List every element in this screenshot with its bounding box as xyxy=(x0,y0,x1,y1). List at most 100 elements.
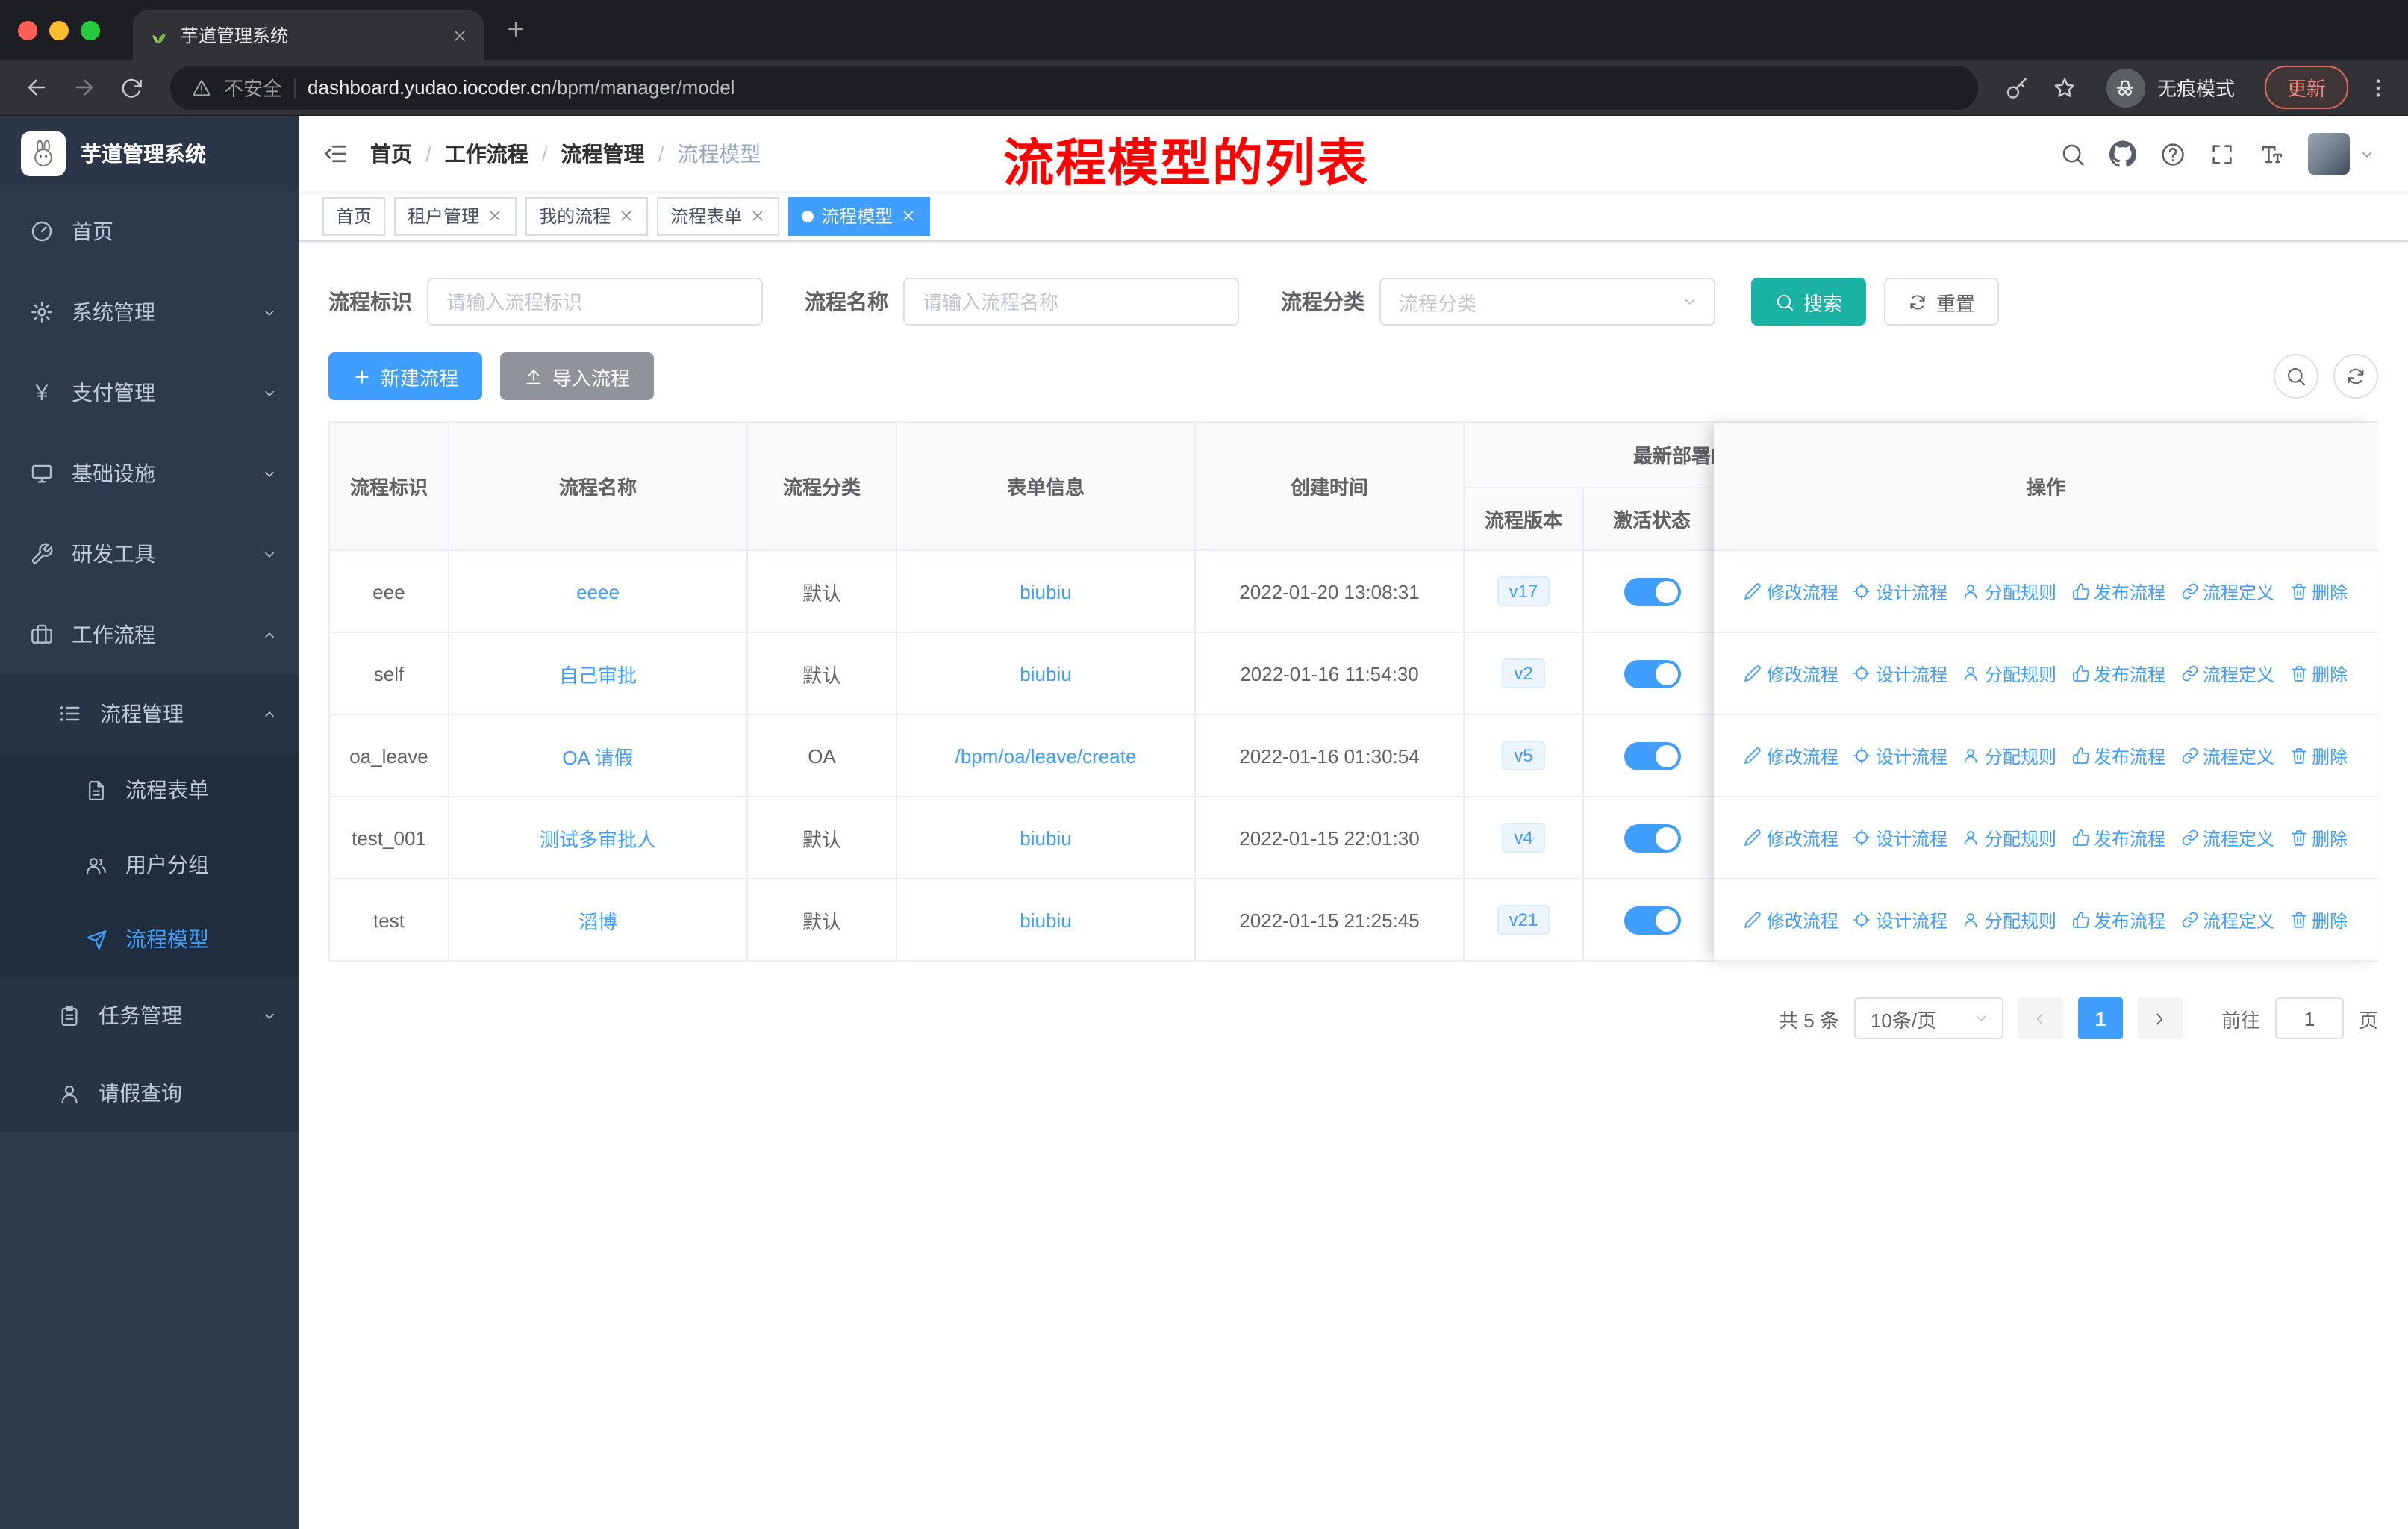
sidebar-item-process-model[interactable]: 流程模型 xyxy=(0,902,299,977)
process-definition-action[interactable]: 流程定义 xyxy=(2180,743,2274,768)
font-size-icon[interactable] xyxy=(2259,141,2284,166)
search-icon[interactable] xyxy=(2060,141,2086,166)
process-name-link[interactable]: eeee xyxy=(576,580,620,602)
delete-action[interactable]: 删除 xyxy=(2289,661,2348,686)
process-name-input[interactable] xyxy=(903,278,1239,326)
fullscreen-icon[interactable] xyxy=(2209,141,2235,166)
sidebar-item-workflow[interactable]: 工作流程 xyxy=(0,594,299,675)
browser-tab[interactable]: 芋道管理系统 xyxy=(133,10,484,60)
github-icon[interactable] xyxy=(2109,140,2136,167)
toggle-search-button[interactable] xyxy=(2274,354,2318,399)
back-button[interactable] xyxy=(15,66,57,108)
refresh-table-button[interactable] xyxy=(2333,354,2378,399)
password-key-icon[interactable] xyxy=(1996,66,2038,108)
design-process-action[interactable]: 设计流程 xyxy=(1853,579,1947,604)
assign-rule-action[interactable]: 分配规则 xyxy=(1962,825,2056,850)
edit-process-action[interactable]: 修改流程 xyxy=(1744,825,1838,850)
assign-rule-action[interactable]: 分配规则 xyxy=(1962,579,2056,604)
process-definition-action[interactable]: 流程定义 xyxy=(2180,661,2274,686)
import-process-button[interactable]: 导入流程 xyxy=(500,352,655,400)
browser-update-button[interactable]: 更新 xyxy=(2264,66,2348,109)
sidebar-item-process-form[interactable]: 流程表单 xyxy=(0,753,299,827)
create-process-button[interactable]: 新建流程 xyxy=(328,352,483,400)
bookmark-star-icon[interactable] xyxy=(2044,66,2086,108)
category-select[interactable]: 流程分类 xyxy=(1379,278,1715,326)
design-process-action[interactable]: 设计流程 xyxy=(1853,907,1947,932)
active-toggle[interactable] xyxy=(1623,659,1680,688)
sidebar-item-home[interactable]: 首页 xyxy=(0,191,299,272)
publish-process-action[interactable]: 发布流程 xyxy=(2071,907,2165,932)
assign-rule-action[interactable]: 分配规则 xyxy=(1962,907,2056,932)
tag-process-form[interactable]: 流程表单 xyxy=(657,196,780,235)
process-definition-action[interactable]: 流程定义 xyxy=(2180,825,2274,850)
search-button[interactable]: 搜索 xyxy=(1751,278,1867,326)
user-avatar-menu[interactable] xyxy=(2308,133,2375,175)
sidebar-item-process-management[interactable]: 流程管理 xyxy=(0,675,299,753)
edit-process-action[interactable]: 修改流程 xyxy=(1744,579,1838,604)
goto-page-input[interactable] xyxy=(2274,997,2344,1039)
form-info-link[interactable]: /bpm/oa/leave/create xyxy=(955,744,1137,767)
browser-menu-icon[interactable] xyxy=(2363,66,2393,108)
breadcrumb-item[interactable]: 流程管理 xyxy=(561,139,645,169)
sidebar-item-devtools[interactable]: 研发工具 xyxy=(0,514,299,594)
prev-page-button[interactable] xyxy=(2018,997,2063,1039)
help-icon[interactable] xyxy=(2160,141,2186,166)
publish-process-action[interactable]: 发布流程 xyxy=(2071,579,2165,604)
page-size-select[interactable]: 10条/页 xyxy=(1853,997,2003,1039)
form-info-link[interactable]: biubiu xyxy=(1020,826,1071,849)
process-name-link[interactable]: OA 请假 xyxy=(562,746,633,768)
active-toggle[interactable] xyxy=(1623,741,1680,770)
tag-tenant[interactable]: 租户管理 xyxy=(394,196,517,235)
design-process-action[interactable]: 设计流程 xyxy=(1853,825,1947,850)
sidebar-collapse-icon[interactable] xyxy=(322,140,349,167)
form-info-link[interactable]: biubiu xyxy=(1020,909,1071,931)
minimize-window-button[interactable] xyxy=(49,20,69,40)
process-name-link[interactable]: 滔博 xyxy=(578,910,617,932)
sidebar-item-payment[interactable]: ¥ 支付管理 xyxy=(0,352,299,433)
edit-process-action[interactable]: 修改流程 xyxy=(1744,743,1838,768)
publish-process-action[interactable]: 发布流程 xyxy=(2071,743,2165,768)
close-icon[interactable] xyxy=(749,208,766,224)
publish-process-action[interactable]: 发布流程 xyxy=(2071,825,2165,850)
edit-process-action[interactable]: 修改流程 xyxy=(1744,661,1838,686)
design-process-action[interactable]: 设计流程 xyxy=(1853,743,1947,768)
sidebar-item-infra[interactable]: 基础设施 xyxy=(0,433,299,514)
tag-my-process[interactable]: 我的流程 xyxy=(525,196,649,235)
publish-process-action[interactable]: 发布流程 xyxy=(2071,661,2165,686)
close-window-button[interactable] xyxy=(18,20,37,40)
process-key-input[interactable] xyxy=(427,278,763,326)
active-toggle[interactable] xyxy=(1623,577,1680,605)
reload-button[interactable] xyxy=(110,66,152,108)
close-icon[interactable] xyxy=(900,208,917,224)
zoom-window-button[interactable] xyxy=(81,20,100,40)
breadcrumb-item[interactable]: 首页 xyxy=(370,139,412,169)
tag-home[interactable]: 首页 xyxy=(322,196,386,235)
new-tab-button[interactable] xyxy=(505,16,527,43)
design-process-action[interactable]: 设计流程 xyxy=(1853,661,1947,686)
sidebar-item-task-management[interactable]: 任务管理 xyxy=(0,977,299,1054)
process-name-link[interactable]: 自己审批 xyxy=(559,664,637,686)
assign-rule-action[interactable]: 分配规则 xyxy=(1962,743,2056,768)
form-info-link[interactable]: biubiu xyxy=(1020,580,1071,602)
process-definition-action[interactable]: 流程定义 xyxy=(2180,907,2274,932)
assign-rule-action[interactable]: 分配规则 xyxy=(1962,661,2056,686)
current-page[interactable]: 1 xyxy=(2077,997,2123,1039)
close-icon[interactable] xyxy=(618,208,634,224)
sidebar-item-leave-query[interactable]: 请假查询 xyxy=(0,1054,299,1132)
sidebar-item-user-group[interactable]: 用户分组 xyxy=(0,827,299,902)
active-toggle[interactable] xyxy=(1623,823,1680,852)
delete-action[interactable]: 删除 xyxy=(2289,743,2348,768)
forward-button[interactable] xyxy=(63,66,105,108)
reset-button[interactable]: 重置 xyxy=(1884,278,2000,326)
tag-process-model[interactable]: 流程模型 xyxy=(788,196,931,235)
active-toggle[interactable] xyxy=(1623,906,1680,934)
delete-action[interactable]: 删除 xyxy=(2289,579,2348,604)
breadcrumb-item[interactable]: 工作流程 xyxy=(445,139,528,169)
next-page-button[interactable] xyxy=(2137,997,2183,1039)
process-name-link[interactable]: 测试多审批人 xyxy=(540,828,656,850)
sidebar-item-system[interactable]: 系统管理 xyxy=(0,272,299,352)
delete-action[interactable]: 删除 xyxy=(2289,825,2348,850)
form-info-link[interactable]: biubiu xyxy=(1020,662,1071,685)
address-bar[interactable]: 不安全 dashboard.yudao.iocoder.cn/bpm/manag… xyxy=(170,65,1978,110)
delete-action[interactable]: 删除 xyxy=(2289,907,2348,932)
